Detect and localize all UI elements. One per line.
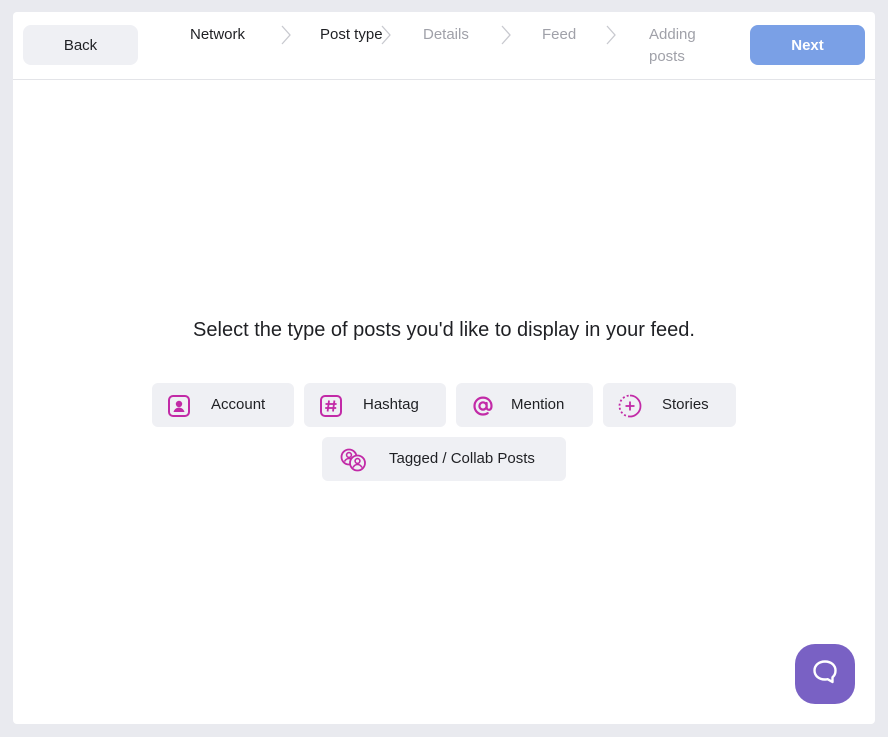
step-details: Details [423, 26, 469, 43]
option-label: Mention [511, 396, 565, 413]
step-separator-icon [278, 24, 294, 46]
step-post-type: Post type [320, 26, 383, 43]
wizard-header: Back Network Post type Details Feed Addi… [13, 12, 875, 80]
wizard-panel: Back Network Post type Details Feed Addi… [13, 12, 875, 724]
option-label: Hashtag [363, 396, 419, 413]
stories-icon [617, 393, 643, 419]
hashtag-icon [318, 393, 344, 419]
option-label: Tagged / Collab Posts [389, 450, 535, 467]
back-button[interactable]: Back [23, 25, 138, 65]
help-chat-button[interactable] [795, 644, 855, 704]
step-feed: Feed [542, 26, 577, 43]
option-hashtag[interactable]: Hashtag [304, 383, 446, 427]
option-stories[interactable]: Stories [603, 383, 736, 427]
chat-bubble-icon [810, 657, 840, 692]
option-label: Stories [662, 396, 709, 413]
account-icon [166, 393, 192, 419]
step-separator-icon [498, 24, 514, 46]
option-account[interactable]: Account [152, 383, 294, 427]
step-separator-icon [603, 24, 619, 46]
option-mention[interactable]: Mention [456, 383, 593, 427]
option-label: Account [211, 396, 266, 413]
option-tagged-collab[interactable]: Tagged / Collab Posts [322, 437, 566, 481]
tagged-icon [338, 447, 368, 473]
post-type-prompt: Select the type of posts you'd like to d… [193, 319, 695, 341]
step-separator-icon [378, 24, 394, 46]
step-adding-posts: Adding posts [649, 26, 696, 65]
step-network: Network [190, 26, 246, 43]
next-button[interactable]: Next [750, 25, 865, 65]
mention-icon [470, 393, 496, 419]
